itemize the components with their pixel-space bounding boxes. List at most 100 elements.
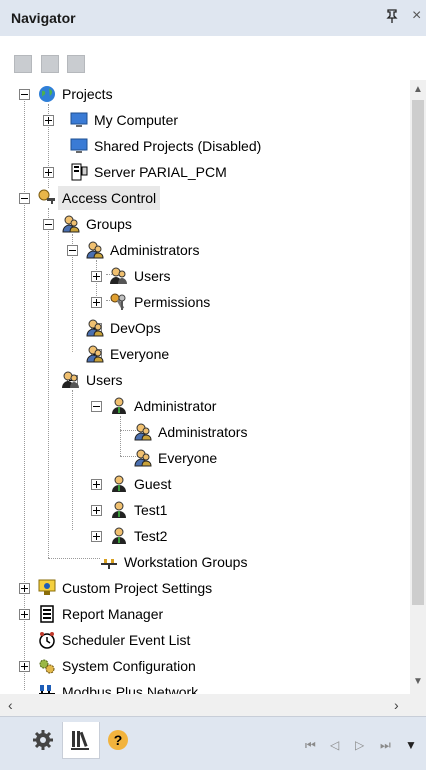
tree-item-workstation-groups[interactable]: Workstation Groups [10,550,410,574]
tree-label: Custom Project Settings [62,580,213,596]
tree-item-devops[interactable]: DevOps [10,316,410,340]
expand-toggle[interactable] [91,505,102,516]
tree-label: DevOps [110,320,161,336]
pin-icon[interactable] [386,9,398,26]
library-books-icon[interactable] [62,722,100,759]
expand-icon[interactable] [41,55,59,73]
tree-item-scheduler-event-list[interactable]: Scheduler Event List [10,628,410,652]
tree-label: Projects [62,86,113,102]
tree-item-guest[interactable]: Guest [10,472,410,496]
computer-icon [70,112,88,127]
expand-toggle[interactable] [43,167,54,178]
expand-toggle[interactable] [91,479,102,490]
tree-label: Users [86,372,123,388]
expand-toggle[interactable] [19,609,30,620]
scroll-down-arrow-icon[interactable]: ▼ [413,676,423,687]
access-control-key-icon [38,189,55,204]
tree-label: Scheduler Event List [62,632,191,648]
gears-icon [39,659,55,674]
user-icon [112,527,126,544]
tree-item-member-everyone[interactable]: Everyone [10,446,410,470]
group-users-icon [86,345,104,363]
next-page-icon[interactable]: ▷ [355,738,364,752]
tree-item-users[interactable]: Users [10,368,410,392]
close-icon[interactable]: × [412,7,421,25]
dropdown-menu-icon[interactable]: ▼ [405,738,417,752]
tree-item-projects[interactable]: Projects [10,82,410,106]
user-icon [112,475,126,492]
tree-label: Everyone [158,450,218,466]
collapse-toggle[interactable] [19,89,30,100]
tree-item-test1[interactable]: Test1 [10,498,410,522]
tree-label: Guest [134,476,172,492]
previous-page-icon[interactable]: ◁ [330,738,339,752]
vertical-scroll-thumb[interactable] [412,100,424,605]
expand-toggle[interactable] [91,271,102,282]
expand-toggle[interactable] [19,583,30,594]
scrollbar-corner [410,694,426,716]
tree-item-everyone[interactable]: Everyone [10,342,410,366]
group-users-icon [62,215,80,233]
tree-item-admin-users[interactable]: Users [10,264,410,288]
expand-toggle[interactable] [43,115,54,126]
clock-icon [39,632,55,649]
last-page-icon[interactable]: ⏭ [380,738,391,753]
tree-item-member-administrators[interactable]: Administrators [10,420,410,444]
scroll-up-arrow-icon[interactable]: ▲ [413,84,423,95]
tree-label: Administrator [134,398,217,414]
collapse-toggle[interactable] [67,245,78,256]
collapse-icon[interactable] [67,55,85,73]
tree-item-access-control[interactable]: Access Control [10,186,410,210]
tree-item-administrators-group[interactable]: Administrators [10,238,410,262]
tree-item-my-computer[interactable]: My Computer [10,108,410,132]
settings-gear-icon[interactable] [25,722,61,758]
tree-item-server[interactable]: Server PARIAL_PCM [10,160,410,184]
tree-label: Shared Projects (Disabled) [94,138,262,154]
svg-text:?: ? [114,732,123,748]
collapse-toggle[interactable] [91,401,102,412]
horizontal-scrollbar[interactable] [0,694,410,716]
tree-label: Test2 [134,528,168,544]
first-page-icon[interactable]: ⏮ [305,738,316,753]
help-icon[interactable]: ? [100,722,136,758]
globe-icon [39,86,55,102]
scroll-right-arrow-icon[interactable]: › [394,697,399,713]
scroll-left-arrow-icon[interactable]: ‹ [8,697,13,713]
tree-item-system-configuration[interactable]: System Configuration [10,654,410,678]
tree-label: My Computer [94,112,179,128]
tree-item-administrator-user[interactable]: Administrator [10,394,410,418]
tree-label: Workstation Groups [124,554,248,570]
tree-label: Report Manager [62,606,164,622]
permissions-keys-icon [110,293,126,310]
tree-item-groups[interactable]: Groups [10,212,410,236]
tree-label: System Configuration [62,658,196,674]
expand-toggle[interactable] [19,661,30,672]
tree-item-shared-projects[interactable]: Shared Projects (Disabled) [10,134,410,158]
collapse-toggle[interactable] [43,219,54,230]
tree-label: Users [134,268,171,284]
tree-item-test2[interactable]: Test2 [10,524,410,548]
user-icon [112,501,126,518]
workstation-network-icon [101,559,117,569]
tree-item-admin-permissions[interactable]: Permissions [10,290,410,314]
tree-label: Access Control [58,186,161,210]
report-icon [40,605,54,623]
tree-item-report-manager[interactable]: Report Manager [10,602,410,626]
tree-item-custom-project-settings[interactable]: Custom Project Settings [10,576,410,600]
tree-label: Groups [86,216,132,232]
navigator-toolbar [0,36,426,80]
navigator-tree[interactable]: Projects My Computer Shared Projects (Di… [10,80,410,694]
panel-title: Navigator [11,10,76,26]
expand-toggle[interactable] [91,531,102,542]
tree-item-modbus-plus-network[interactable]: Modbus Plus Network [10,680,410,694]
tree-label: Everyone [110,346,170,362]
group-users-icon [86,319,104,337]
users-icon [62,371,79,388]
tree-label: Administrators [110,242,200,258]
tree-view-icon[interactable] [14,55,32,73]
collapse-toggle[interactable] [19,193,30,204]
expand-toggle[interactable] [91,297,102,308]
tree-label: Permissions [134,294,211,310]
tree-label: Test1 [134,502,168,518]
server-icon [71,163,88,181]
